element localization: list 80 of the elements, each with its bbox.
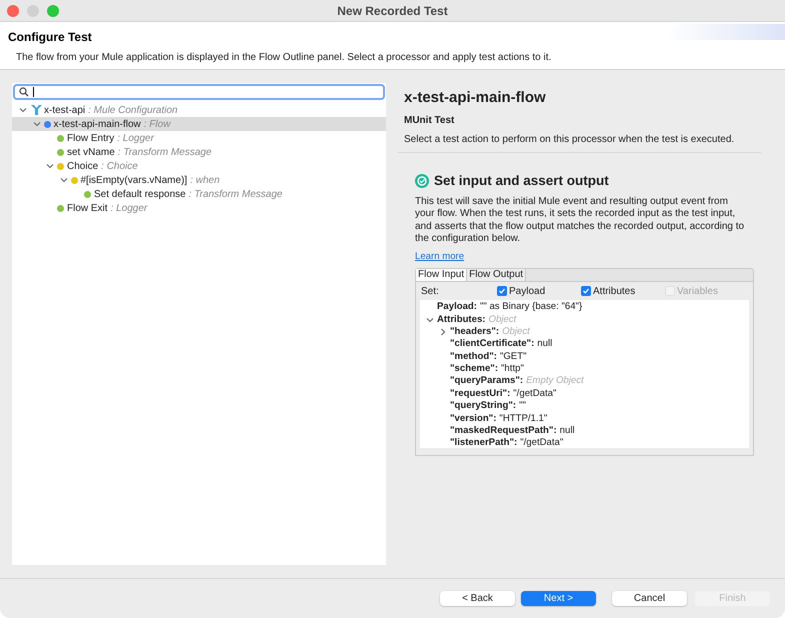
tree-item[interactable]: x-test-api-main-flow : Flow — [12, 117, 386, 131]
value-text: "/getData" — [512, 386, 556, 401]
set-label: Set: — [420, 284, 440, 299]
checkbox-label: Attributes — [593, 284, 636, 299]
tree-item[interactable]: Choice : Choice — [12, 159, 386, 173]
chevron-down-icon[interactable] — [19, 106, 27, 114]
value-key: "maskedRequestPath": — [450, 424, 557, 438]
value-key: "scheme": — [450, 362, 498, 376]
value-text: "HTTP/1.1" — [498, 412, 548, 426]
node-type: : Mule Configuration — [87, 104, 178, 118]
node-name: Flow Exit — [67, 202, 108, 216]
close-button[interactable] — [7, 4, 19, 16]
value-key: "method": — [450, 350, 497, 364]
tree-item[interactable]: Set default response : Transform Message — [12, 187, 386, 201]
value-key: Payload: — [437, 300, 477, 315]
processor-title: x-test-api-main-flow — [404, 88, 546, 108]
chevron-down-icon[interactable] — [426, 316, 434, 324]
node-name: x-test-api — [44, 104, 86, 118]
node-type: : Transform Message — [188, 188, 282, 202]
value-key: "queryParams": — [450, 374, 524, 389]
tree-item[interactable]: x-test-api : Mule Configuration — [12, 103, 386, 117]
checkbox-label: Variables — [677, 284, 718, 299]
learn-more-link[interactable]: Learn more — [415, 250, 464, 264]
details-description: Select a test action to perform on this processor when the test is executed. — [404, 132, 734, 146]
check-badge-icon — [415, 174, 429, 188]
node-type: : Logger — [116, 132, 154, 146]
checkbox[interactable] — [581, 286, 591, 296]
value-key: "clientCertificate": — [450, 337, 534, 352]
header-title: Configure Test — [8, 29, 92, 46]
value-text: "GET" — [498, 350, 526, 364]
value-text: "http" — [500, 362, 524, 376]
node-name: Set default response — [94, 188, 186, 202]
search-icon — [19, 87, 29, 97]
value-key: Attributes: — [437, 312, 486, 327]
node-name: set vName — [67, 146, 115, 160]
node-type: : Choice — [100, 160, 138, 174]
tab[interactable]: Flow Output — [467, 269, 526, 282]
test-type-label: MUnit Test — [404, 114, 454, 128]
tab[interactable]: Flow Input — [416, 269, 468, 282]
node-name: Choice — [67, 160, 98, 174]
node-name: #[isEmpty(vars.vName)] — [80, 174, 188, 188]
value-type: Empty Object — [525, 374, 584, 388]
value-text: "/getData" — [519, 436, 564, 448]
tree-item[interactable]: #[isEmpty(vars.vName)] : when — [12, 173, 386, 187]
value-text: "" — [518, 399, 526, 414]
dialog-button[interactable]: Cancel — [612, 591, 687, 606]
checkbox-label: Payload — [509, 284, 546, 299]
node-name: x-test-api-main-flow — [54, 118, 141, 132]
chevron-right-icon[interactable] — [438, 328, 446, 336]
header-description: The flow from your Mule application is displayed in the Flow Outline panel. Select a processor and apply test actions to it. — [15, 51, 552, 65]
checkbox[interactable] — [497, 286, 507, 296]
window-title: New Recorded Test — [337, 2, 448, 20]
action-description: This test will save the initial Mule event and resulting output event from your flow. When the test runs, it sets the recorded input as the test input, and asserts that the flow output matches the recorded output, according to the configuration below. — [415, 196, 746, 246]
value-type: Object — [488, 312, 516, 327]
tree-item[interactable]: Flow Exit : Logger — [12, 201, 386, 215]
node-type: : when — [189, 174, 220, 188]
chevron-down-icon[interactable] — [46, 162, 54, 170]
value-key: "queryString": — [450, 399, 516, 414]
mule-config-icon — [30, 104, 43, 116]
node-type: : Flow — [142, 118, 170, 132]
value-text: null — [558, 424, 575, 438]
dialog-button[interactable]: < Back — [440, 591, 515, 606]
node-name: Flow Entry — [67, 132, 114, 146]
tree-item[interactable]: Flow Entry : Logger — [12, 131, 386, 145]
value-key: "headers": — [450, 324, 500, 340]
value-key: "requestUri": — [450, 386, 510, 402]
tree-item[interactable]: set vName : Transform Message — [12, 145, 386, 159]
chevron-down-icon[interactable] — [32, 120, 40, 128]
chevron-down-icon[interactable] — [60, 176, 68, 184]
action-title: Set input and assert output — [434, 172, 609, 190]
search-field[interactable] — [13, 84, 385, 100]
value-text: null — [536, 337, 552, 352]
value-key: "version": — [450, 412, 496, 426]
node-type: : Transform Message — [116, 146, 212, 160]
value-key: "listenerPath": — [450, 436, 518, 448]
dialog-button[interactable]: Next > — [521, 591, 596, 606]
value-type: Object — [501, 324, 530, 339]
value-text: "" as Binary {base: "64"} — [479, 300, 582, 314]
dialog-button: Finish — [695, 591, 770, 606]
node-type: : Logger — [110, 202, 148, 216]
